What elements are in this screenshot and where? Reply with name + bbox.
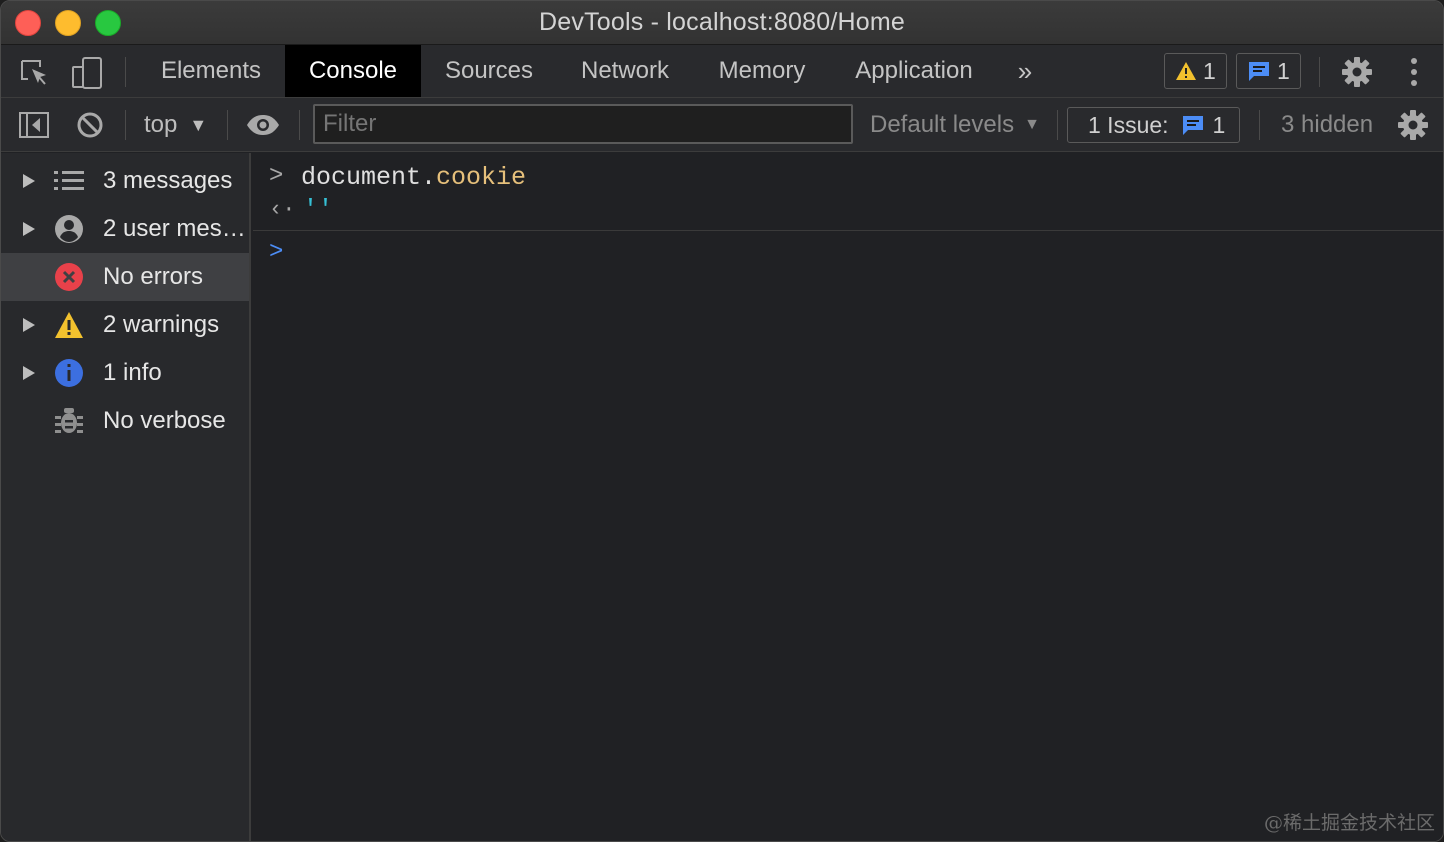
window-title: DevTools - localhost:8080/Home <box>539 8 905 36</box>
input-property: cookie <box>436 163 527 192</box>
inspect-element-icon[interactable] <box>17 57 51 89</box>
tab-elements[interactable]: Elements <box>141 45 281 97</box>
prompt-chevron-icon: > <box>269 239 284 266</box>
messages-count: 1 <box>1277 57 1290 84</box>
messages-badge[interactable]: 1 <box>1236 53 1301 89</box>
issues-button[interactable]: 1 Issue: 1 <box>1067 107 1241 143</box>
warnings-count: 1 <box>1203 57 1216 84</box>
list-icon <box>53 165 85 197</box>
console-settings-gear-icon[interactable] <box>1395 108 1431 142</box>
input-dot: . <box>421 163 437 192</box>
context-selector[interactable]: top ▼ <box>144 98 207 152</box>
tab-sources[interactable]: Sources <box>425 45 553 97</box>
warnings-badge[interactable]: 1 <box>1164 53 1227 89</box>
more-tabs-icon[interactable]: » <box>1005 45 1045 97</box>
tab-network[interactable]: Network <box>561 45 689 97</box>
context-label: top <box>144 111 178 138</box>
sidebar-item-label: No verbose <box>103 407 226 434</box>
info-icon <box>53 357 85 389</box>
warning-icon <box>53 309 85 341</box>
user-icon <box>53 213 85 245</box>
console-sidebar: 3 messages 2 user mes… No errors 2 warni… <box>1 153 251 841</box>
minimize-window-button[interactable] <box>55 10 81 36</box>
tab-memory[interactable]: Memory <box>699 45 825 97</box>
devtools-window: DevTools - localhost:8080/Home Elements … <box>0 0 1444 842</box>
sidebar-item-user-messages[interactable]: 2 user mes… <box>1 205 249 253</box>
console-input-line: > document.cookie <box>253 161 1443 193</box>
console-toolbar: top ▼ Default levels ▼ 1 Issue: 1 <box>1 98 1443 152</box>
sidebar-item-messages[interactable]: 3 messages <box>1 157 249 205</box>
result-arrow-icon: ‹· <box>269 197 296 222</box>
title-bar: DevTools - localhost:8080/Home <box>1 1 1443 45</box>
message-icon <box>1249 62 1269 81</box>
expand-arrow-icon[interactable] <box>23 318 35 332</box>
filter-input[interactable] <box>313 104 853 144</box>
tab-console[interactable]: Console <box>285 45 421 97</box>
divider <box>253 230 1443 231</box>
result-value: '' <box>303 195 334 224</box>
sidebar-item-label: 2 user mes… <box>103 215 246 242</box>
issues-label: 1 Issue: <box>1088 111 1169 138</box>
warning-icon <box>1176 62 1196 80</box>
sidebar-item-label: 1 info <box>103 359 162 386</box>
log-levels-dropdown[interactable]: Default levels ▼ <box>870 98 1040 152</box>
live-expression-eye-icon[interactable] <box>245 109 281 141</box>
chevron-down-icon: ▼ <box>189 114 208 135</box>
console-prompt-line[interactable]: > <box>253 237 1443 271</box>
sidebar-item-label: No errors <box>103 263 204 290</box>
issues-count: 1 <box>1212 111 1226 138</box>
hidden-count: 3 hidden <box>1281 111 1374 138</box>
sidebar-toggle-icon[interactable] <box>17 109 51 141</box>
console-input-text: document.cookie <box>301 163 526 192</box>
message-icon <box>1182 116 1203 135</box>
panel-tab-bar: Elements Console Sources Network Memory … <box>1 45 1443 98</box>
expand-arrow-icon[interactable] <box>23 222 35 236</box>
zoom-window-button[interactable] <box>95 10 121 36</box>
error-icon <box>53 261 85 293</box>
console-output[interactable]: > document.cookie ‹· '' > <box>253 153 1443 841</box>
sidebar-item-label: 2 warnings <box>103 311 220 338</box>
tab-application[interactable]: Application <box>833 45 995 97</box>
sidebar-item-verbose[interactable]: No verbose <box>1 397 249 445</box>
sidebar-item-label: 3 messages <box>103 167 233 194</box>
close-window-button[interactable] <box>15 10 41 36</box>
input-prompt-icon: > <box>269 163 284 190</box>
console-result-line: ‹· '' <box>253 195 1443 227</box>
more-options-icon[interactable] <box>1399 55 1429 89</box>
log-levels-label: Default levels <box>870 111 1015 138</box>
settings-gear-icon[interactable] <box>1339 54 1375 90</box>
sidebar-item-errors[interactable]: No errors <box>1 253 249 301</box>
device-toolbar-icon[interactable] <box>69 55 105 91</box>
watermark: @稀土掘金技术社区 <box>1263 812 1435 834</box>
sidebar-item-warnings[interactable]: 2 warnings <box>1 301 249 349</box>
bug-icon <box>53 405 85 437</box>
expand-arrow-icon[interactable] <box>23 366 35 380</box>
expand-arrow-icon[interactable] <box>23 174 35 188</box>
clear-console-icon[interactable] <box>73 109 107 141</box>
sidebar-item-info[interactable]: 1 info <box>1 349 249 397</box>
chevron-down-icon: ▼ <box>1024 116 1040 133</box>
input-object: document <box>301 163 422 192</box>
